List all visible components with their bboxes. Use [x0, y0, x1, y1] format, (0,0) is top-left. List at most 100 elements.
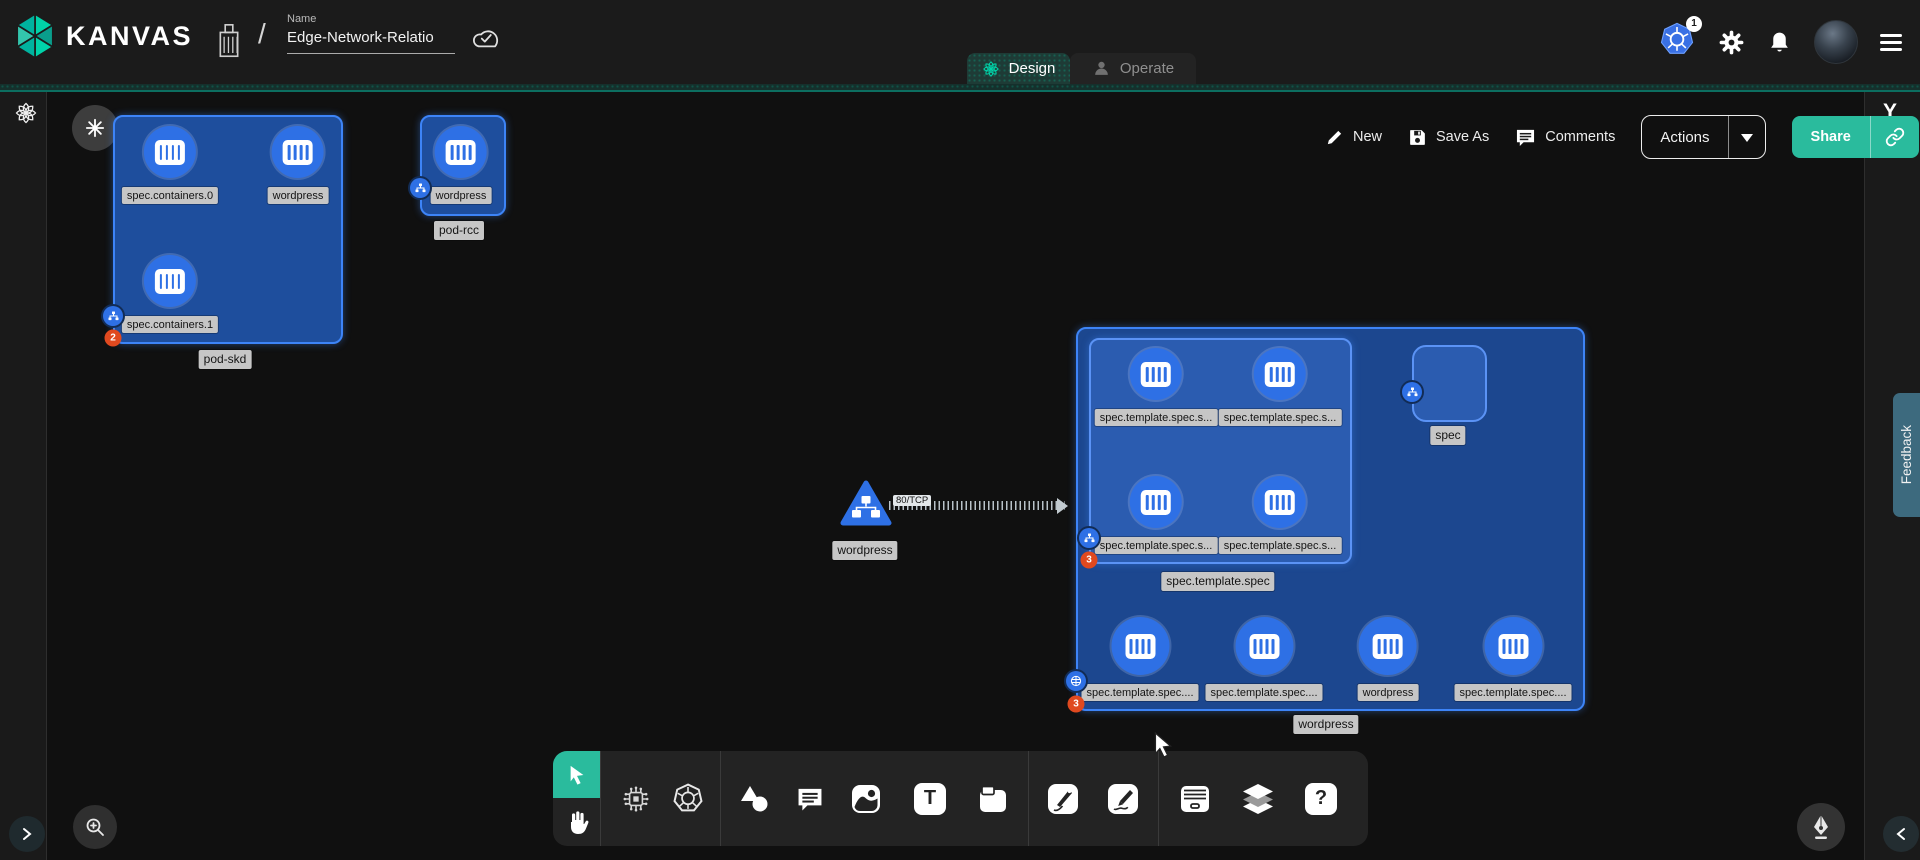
- node-template-container-1[interactable]: spec.template.spec.s...: [1219, 348, 1342, 426]
- tool-shapes[interactable]: [732, 751, 776, 846]
- tab-design-label: Design: [1009, 60, 1056, 77]
- zoom-search-button[interactable]: [73, 805, 117, 849]
- tool-archive[interactable]: [1173, 751, 1217, 846]
- tab-operate[interactable]: Operate: [1070, 53, 1196, 84]
- annotate-button[interactable]: [1797, 803, 1845, 851]
- container-icon[interactable]: [1254, 476, 1306, 528]
- container-icon[interactable]: [144, 255, 196, 307]
- tool-comment[interactable]: [788, 751, 832, 846]
- tool-pen[interactable]: [1041, 751, 1085, 846]
- tool-media[interactable]: [844, 751, 888, 846]
- chevron-left-icon: [1895, 826, 1907, 842]
- container-icon[interactable]: [272, 126, 324, 178]
- node-template-container-0[interactable]: spec.template.spec.s...: [1095, 348, 1218, 426]
- tool-sketch[interactable]: [1101, 751, 1145, 846]
- node-wordpress-container[interactable]: wordpress: [431, 126, 492, 204]
- hierarchy-icon: [1407, 387, 1418, 397]
- expand-left-panel-button[interactable]: [9, 816, 45, 852]
- text-tool-icon: T: [914, 783, 946, 815]
- error-count: 3: [1086, 555, 1092, 566]
- toolbar-divider: [1028, 751, 1029, 846]
- layers-icon: [1241, 783, 1275, 815]
- group-label: wordpress: [1293, 715, 1358, 734]
- node-wordpress-container[interactable]: wordpress: [268, 126, 329, 204]
- error-count-badge[interactable]: 2: [105, 330, 122, 347]
- container-icon[interactable]: [1130, 348, 1182, 400]
- container-icon[interactable]: [1484, 617, 1542, 675]
- brand-wordmark: KANVAS: [66, 21, 193, 52]
- tool-help[interactable]: ?: [1299, 751, 1343, 846]
- relationship-badge[interactable]: [103, 306, 123, 326]
- container-icon[interactable]: [1235, 617, 1293, 675]
- toolbar-divider: [1158, 751, 1159, 846]
- error-count: 2: [110, 333, 116, 344]
- user-avatar[interactable]: [1814, 20, 1858, 64]
- container-icon[interactable]: [1359, 617, 1417, 675]
- notifications-bell-icon[interactable]: [1767, 29, 1792, 56]
- node-spec-containers-1[interactable]: spec.containers.1: [122, 255, 218, 333]
- app-header: KANVAS / Name Edge-Network-Relatio 1: [0, 0, 1920, 84]
- meshery-spiral-icon[interactable]: [14, 101, 38, 125]
- container-icon[interactable]: [144, 126, 196, 178]
- kubernetes-wheel-icon: [671, 782, 705, 816]
- chip-components-icon: [620, 783, 652, 815]
- error-count-badge[interactable]: 3: [1068, 696, 1085, 713]
- edge-port-label: 80/TCP: [893, 495, 931, 506]
- container-icon[interactable]: [435, 126, 487, 178]
- relationship-badge[interactable]: [1079, 528, 1099, 548]
- node-spec-containers-0[interactable]: spec.containers.0: [122, 126, 218, 204]
- help-icon: ?: [1305, 783, 1337, 815]
- node-bottom-container-2[interactable]: wordpress: [1358, 617, 1419, 701]
- container-icon[interactable]: [1130, 476, 1182, 528]
- design-name-field[interactable]: Name Edge-Network-Relatio: [287, 13, 455, 54]
- node-label: spec.template.spec.s...: [1095, 409, 1218, 426]
- link-icon: [1885, 127, 1905, 147]
- left-dock: [0, 92, 47, 860]
- node-bottom-container-0[interactable]: spec.template.spec....: [1082, 617, 1199, 701]
- tool-components[interactable]: [614, 751, 658, 846]
- kanvas-logo[interactable]: KANVAS: [14, 13, 193, 59]
- tab-operate-label: Operate: [1120, 60, 1174, 77]
- error-count-badge[interactable]: 3: [1081, 552, 1098, 569]
- error-count: 3: [1073, 699, 1079, 710]
- tool-pan[interactable]: [553, 798, 600, 846]
- tab-design[interactable]: Design: [967, 53, 1070, 84]
- container-icon[interactable]: [1111, 617, 1169, 675]
- node-service-wordpress[interactable]: [840, 478, 892, 535]
- container-icon[interactable]: [1254, 348, 1306, 400]
- tool-note[interactable]: [971, 751, 1015, 846]
- note-shape-icon: [978, 784, 1008, 814]
- collapse-right-panel-button[interactable]: [1883, 816, 1919, 852]
- breadcrumb-separator: /: [258, 18, 266, 50]
- feedback-tab[interactable]: Feedback: [1893, 393, 1920, 517]
- node-label: spec.template.spec....: [1455, 684, 1572, 701]
- node-label: wordpress: [832, 541, 897, 560]
- node-template-container-3[interactable]: spec.template.spec.s...: [1219, 476, 1342, 554]
- text-glyph: T: [924, 787, 936, 810]
- node-spec-empty[interactable]: [1412, 345, 1487, 422]
- drawer-icon: [1179, 784, 1211, 814]
- tool-select[interactable]: [553, 751, 600, 798]
- hierarchy-icon: [1084, 533, 1095, 543]
- node-bottom-container-1[interactable]: spec.template.spec....: [1206, 617, 1323, 701]
- context-count-badge: 1: [1686, 16, 1702, 32]
- design-spiral-icon: [982, 60, 1000, 78]
- tool-text[interactable]: T: [908, 751, 952, 846]
- relationship-badge[interactable]: [410, 178, 430, 198]
- hierarchy-icon: [415, 183, 426, 193]
- hamburger-menu-icon[interactable]: [1880, 30, 1902, 55]
- tool-kubernetes[interactable]: [666, 751, 710, 846]
- tool-layers[interactable]: [1236, 751, 1280, 846]
- tab-strip: [0, 84, 1920, 92]
- design-name-input[interactable]: Edge-Network-Relatio: [287, 25, 455, 54]
- kubernetes-context-switcher[interactable]: 1: [1658, 21, 1696, 64]
- node-label: spec.template.spec.s...: [1095, 537, 1218, 554]
- node-bottom-container-3[interactable]: spec.template.spec....: [1455, 617, 1572, 701]
- settings-gear-icon[interactable]: [1718, 29, 1745, 56]
- copy-link-button[interactable]: [1870, 116, 1919, 158]
- node-template-container-2[interactable]: spec.template.spec.s...: [1095, 476, 1218, 554]
- relationship-badge[interactable]: [1066, 671, 1086, 691]
- group-kind-badge[interactable]: [72, 105, 118, 151]
- relationship-badge[interactable]: [1402, 382, 1422, 402]
- organization-icon[interactable]: [216, 22, 242, 58]
